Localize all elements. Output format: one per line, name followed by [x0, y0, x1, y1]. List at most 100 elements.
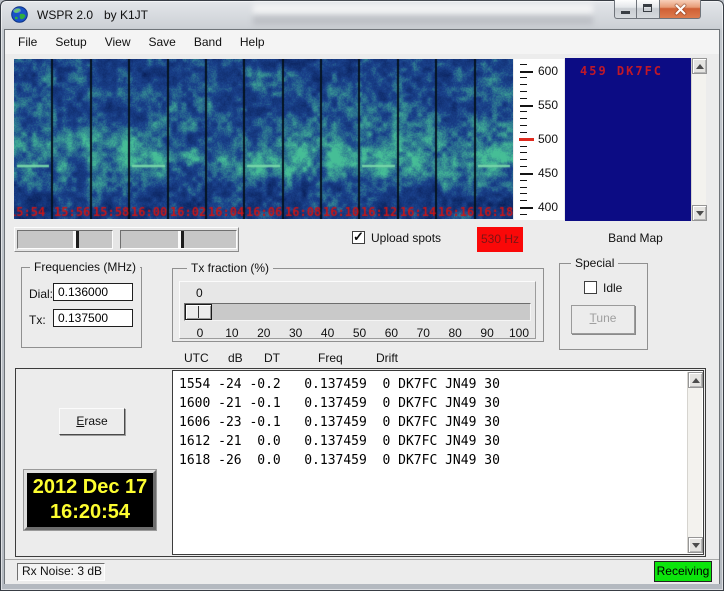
frequencies-group-title: Frequencies (MHz): [30, 260, 141, 274]
scale-minor-tick: [520, 77, 527, 78]
scale-minor-tick: [520, 214, 527, 215]
band-map-scrollbar[interactable]: [691, 58, 707, 221]
window-controls: [614, 0, 701, 19]
menu-item-setup[interactable]: Setup: [46, 32, 95, 52]
menu-item-view[interactable]: View: [96, 32, 140, 52]
frequency-scale: 400 450 500 550 600: [514, 59, 564, 220]
arrow-down-icon: [696, 211, 704, 216]
tx-fraction-tick-label: 80: [448, 326, 462, 340]
idle-label: Idle: [603, 281, 623, 295]
scale-minor-tick: [520, 180, 527, 181]
tx-fraction-tick-label: 10: [225, 326, 239, 340]
frequencies-group: Frequencies (MHz) Dial: Tx:: [21, 260, 142, 348]
clock-display: 2012 Dec 17 16:20:54: [23, 469, 157, 531]
window-subtitle: by K1JT: [104, 8, 149, 22]
tx-freq-indicator: 530 Hz: [477, 227, 523, 252]
decode-header-freq: Freq: [318, 351, 343, 365]
upload-spots-label: Upload spots: [371, 231, 442, 245]
tx-fraction-tick-label: 0: [196, 326, 204, 340]
maximize-button[interactable]: [637, 0, 660, 19]
waterfall-adjust-panel: [14, 227, 239, 252]
rx-freq-marker: [519, 138, 534, 141]
tx-fraction-group-title: Tx fraction (%): [187, 261, 274, 275]
tx-fraction-tick-label: 60: [384, 326, 399, 340]
tx-fraction-tick-label: 20: [257, 326, 271, 340]
slider-thumb[interactable]: [178, 231, 184, 248]
decode-header-dt: DT: [264, 351, 280, 365]
upload-spots-checkbox[interactable]: ✓: [352, 229, 365, 244]
menu-item-band[interactable]: Band: [185, 32, 231, 52]
arrow-down-icon: [692, 543, 700, 548]
slider-thumb[interactable]: [185, 304, 212, 320]
tx-fraction-slider[interactable]: [184, 303, 531, 321]
globe-icon: [11, 6, 28, 23]
scroll-up-button[interactable]: [688, 372, 703, 388]
minimize-icon: [621, 11, 630, 14]
scale-tick-label: 600: [538, 64, 559, 78]
scale-minor-tick: [520, 98, 527, 99]
scroll-down-button[interactable]: [692, 205, 707, 221]
scale-minor-tick: [520, 111, 527, 112]
scale-minor-tick: [520, 159, 527, 160]
erase-button[interactable]: Erase: [59, 408, 125, 435]
scale-minor-tick: [520, 187, 527, 188]
decode-header-db: dB: [228, 351, 243, 365]
scale-minor-tick: [520, 146, 527, 147]
scale-tick-label: 450: [538, 166, 559, 180]
thumb-notch: [198, 306, 199, 318]
menubar: File Setup View Save Band Help: [5, 30, 719, 54]
band-map[interactable]: 459 DK7FC: [565, 58, 691, 221]
scale-tick-label: 500: [538, 132, 559, 146]
decode-scrollbar[interactable]: [687, 372, 703, 553]
tx-fraction-tick-label: 70: [416, 326, 430, 340]
decode-header-utc: UTC: [184, 351, 209, 365]
idle-checkbox[interactable]: ✓: [584, 281, 597, 294]
clock-time: 16:20:54: [49, 501, 131, 523]
scroll-up-button[interactable]: [692, 58, 707, 74]
scale-minor-tick: [520, 118, 527, 119]
decode-text: 1554 -24 -0.2 0.137459 0 DK7FC JN49 30 1…: [179, 377, 500, 468]
minimize-button[interactable]: [614, 0, 637, 19]
window-title: WSPR 2.0: [37, 8, 94, 22]
waterfall-spectrogram[interactable]: [14, 59, 513, 219]
menu-item-file[interactable]: File: [9, 32, 46, 52]
scale-minor-tick: [520, 132, 527, 133]
scale-minor-tick: [520, 200, 527, 201]
tune-button[interactable]: Tune: [571, 305, 635, 334]
close-button[interactable]: [660, 0, 701, 19]
menu-item-help[interactable]: Help: [231, 32, 274, 52]
tx-fraction-tick-label: 90: [480, 326, 494, 340]
tx-fraction-tick-label: 100: [508, 326, 530, 340]
wspr-window: WSPR 2.0 by K1JT File Setup View Save Band He…: [0, 0, 724, 591]
statusbar: Rx Noise: 3 dB Receiving: [5, 559, 719, 584]
menu-item-save[interactable]: Save: [140, 32, 185, 52]
titlebar[interactable]: WSPR 2.0 by K1JT: [0, 0, 724, 29]
maximize-icon: [643, 4, 652, 12]
waterfall-gain-slider[interactable]: [17, 230, 113, 249]
dial-frequency-input[interactable]: [53, 283, 133, 301]
scroll-down-button[interactable]: [688, 537, 703, 553]
special-group-title: Special: [571, 256, 619, 270]
arrow-up-icon: [692, 378, 700, 383]
decode-area[interactable]: 1554 -24 -0.2 0.137459 0 DK7FC JN49 30 1…: [172, 370, 704, 555]
decode-header-drift: Drift: [376, 351, 398, 365]
waterfall-zero-slider[interactable]: [120, 230, 237, 249]
scale-minor-tick: [520, 152, 527, 153]
dial-label: Dial:: [29, 287, 54, 301]
tx-fraction-tick-label: 50: [352, 326, 367, 340]
receiving-badge: Receiving: [654, 561, 712, 582]
scale-minor-tick: [520, 166, 527, 167]
arrow-up-icon: [696, 64, 704, 69]
scale-minor-tick: [520, 125, 527, 126]
scale-minor-tick: [520, 91, 527, 92]
band-map-entry[interactable]: 459 DK7FC: [580, 64, 663, 78]
tx-fraction-group: Tx fraction (%) 0 0 10 20 30 40 50 60 70 80 90 100: [172, 261, 544, 342]
slider-thumb[interactable]: [73, 231, 79, 248]
tx-fraction-tick-label: 40: [320, 326, 335, 340]
checkmark-icon: ✓: [353, 229, 364, 244]
band-map-label: Band Map: [608, 231, 663, 245]
scale-tick-label: 550: [538, 98, 559, 112]
scale-minor-tick: [520, 64, 527, 65]
scale-major-tick: [520, 71, 533, 73]
tx-frequency-input[interactable]: [53, 309, 133, 327]
